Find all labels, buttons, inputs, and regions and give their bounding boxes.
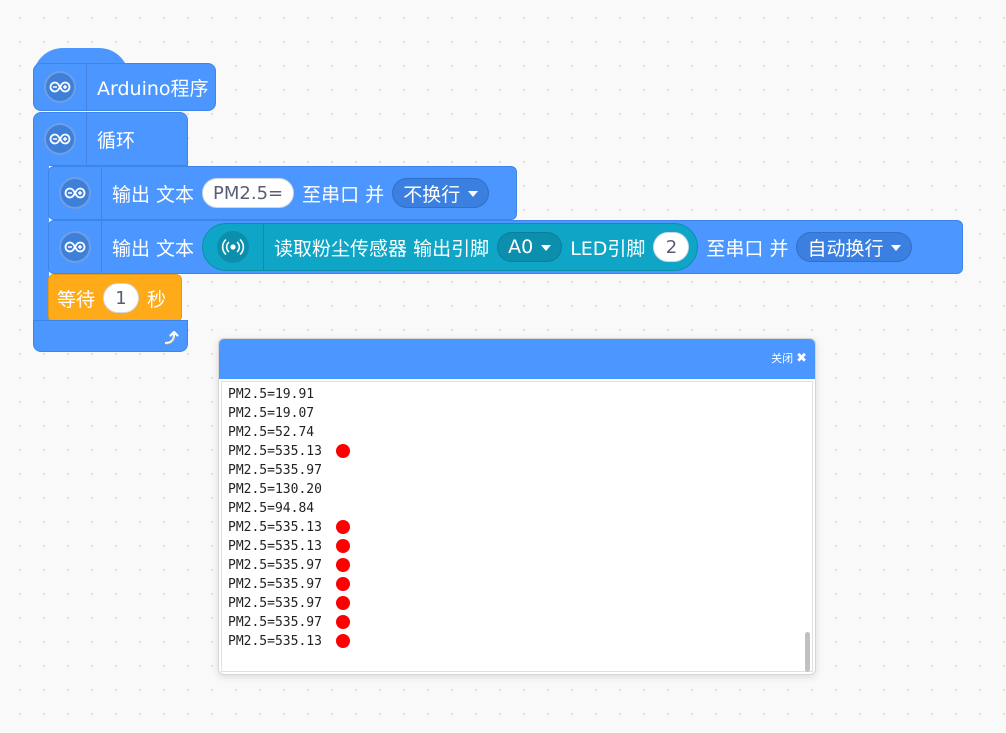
serial-line: PM2.5=94.84 [228,499,350,518]
serial-line: PM2.5=535.97 [228,613,350,632]
serial-line: PM2.5=52.74 [228,423,350,442]
print-text-suffix: 至串口 并 [302,183,385,206]
auto-newline-dropdown-value: 自动换行 [807,237,884,260]
serial-line: PM2.5=19.91 [228,385,350,404]
print-text-input[interactable]: PM2.5= [202,178,295,208]
close-icon: ✖ [796,350,807,366]
serial-output-area[interactable]: PM2.5=19.91 PM2.5=19.07 PM2.5=52.74 PM2.5=5… [221,381,813,672]
wait-unit: 秒 [147,288,167,311]
loop-block-bottom [33,320,188,352]
serial-output-log: PM2.5=19.91 PM2.5=19.07 PM2.5=52.74 PM2.5=5… [228,385,350,651]
loop-label: 循环 [97,129,136,152]
print-sensor-label: 输出 文本 [112,237,195,260]
arduino-icon [44,123,76,155]
serial-line: PM2.5=19.07 [228,404,350,423]
output-pin-dropdown[interactable]: A0 [497,232,563,262]
serial-line-text: PM2.5=535.97 [228,615,322,630]
newline-dropdown-value: 不换行 [403,183,461,206]
hat-icon-cell [34,64,87,110]
wait-label: 等待 [57,288,96,311]
serial-line: PM2.5=535.97 [228,556,350,575]
red-dot-marker [335,614,350,629]
serial-line-text: PM2.5=19.07 [228,406,315,421]
scrollbar-thumb[interactable] [805,632,810,672]
serial-line: PM2.5=535.13 [228,442,350,461]
print-text-label: 输出 文本 [112,183,195,206]
newline-dropdown[interactable]: 不换行 [392,178,490,208]
red-dot-marker [335,576,350,591]
red-dot-marker [335,557,350,572]
loop-icon-cell [34,113,87,165]
serial-line-text: PM2.5=535.97 [228,558,322,573]
wait-block[interactable]: 等待 1 秒 [48,274,182,322]
loop-arrow-icon [164,330,179,345]
arduino-icon [44,71,76,103]
close-button[interactable]: 关闭 ✖ [771,350,807,366]
close-label: 关闭 [771,352,794,365]
serial-line-text: PM2.5=535.97 [228,577,322,592]
serial-line-text: PM2.5=535.97 [228,596,322,611]
arduino-icon [59,231,91,263]
serial-line: PM2.5=535.13 [228,537,350,556]
red-dot-marker [335,443,350,458]
serial-line-text: PM2.5=130.20 [228,482,322,497]
arduino-icon [59,177,91,209]
dust-sensor-reporter[interactable]: 读取粉尘传感器 输出引脚 A0 LED引脚 2 [202,223,699,271]
print-sensor-icon-cell [49,221,102,273]
serial-line-text: PM2.5=535.13 [228,520,322,535]
loop-arm [33,160,49,332]
red-dot-marker [335,633,350,648]
print-sensor-block[interactable]: 输出 文本 读取粉尘传感器 输出引脚 A0 LED引脚 2 至串口 并 自动换行 [48,220,963,274]
arduino-program-block[interactable]: Arduino程序 [33,63,216,111]
serial-line: PM2.5=130.20 [228,480,350,499]
auto-newline-dropdown[interactable]: 自动换行 [796,232,913,262]
serial-monitor-header: 关闭 ✖ [219,339,815,379]
serial-line: PM2.5=535.13 [228,632,350,651]
serial-line: PM2.5=535.97 [228,594,350,613]
output-pin-value: A0 [508,236,534,258]
serial-line: PM2.5=535.13 [228,518,350,537]
print-text-block[interactable]: 输出 文本 PM2.5= 至串口 并 不换行 [48,166,517,220]
serial-line-text: PM2.5=94.84 [228,501,315,516]
wait-seconds-input[interactable]: 1 [103,283,140,313]
serial-line-text: PM2.5=535.13 [228,634,322,649]
serial-monitor-window: 关闭 ✖ PM2.5=19.91 PM2.5=19.07 PM2.5=52.74 PM… [218,338,816,675]
led-pin-label: LED引脚 [570,237,646,260]
led-pin-input[interactable]: 2 [653,232,690,262]
serial-line-text: PM2.5=535.97 [228,463,322,478]
serial-line-text: PM2.5=19.91 [228,387,315,402]
print-sensor-suffix: 至串口 并 [706,237,789,260]
serial-line: PM2.5=535.97 [228,461,350,480]
chevron-down-icon [891,245,902,251]
red-dot-marker [335,538,350,553]
chevron-down-icon [468,191,479,197]
red-dot-marker [335,519,350,534]
serial-line-text: PM2.5=52.74 [228,425,315,440]
serial-line-text: PM2.5=535.13 [228,444,322,459]
sensor-icon-cell [203,224,265,270]
chevron-down-icon [541,245,552,251]
loop-block[interactable]: 循环 [33,112,188,166]
arduino-program-label: Arduino程序 [97,77,209,100]
print-text-icon-cell [49,167,102,219]
serial-line-text: PM2.5=535.13 [228,539,322,554]
dust-sensor-label: 读取粉尘传感器 输出引脚 [274,237,490,260]
sensor-wave-icon [217,231,250,263]
serial-line: PM2.5=535.97 [228,575,350,594]
red-dot-marker [335,595,350,610]
